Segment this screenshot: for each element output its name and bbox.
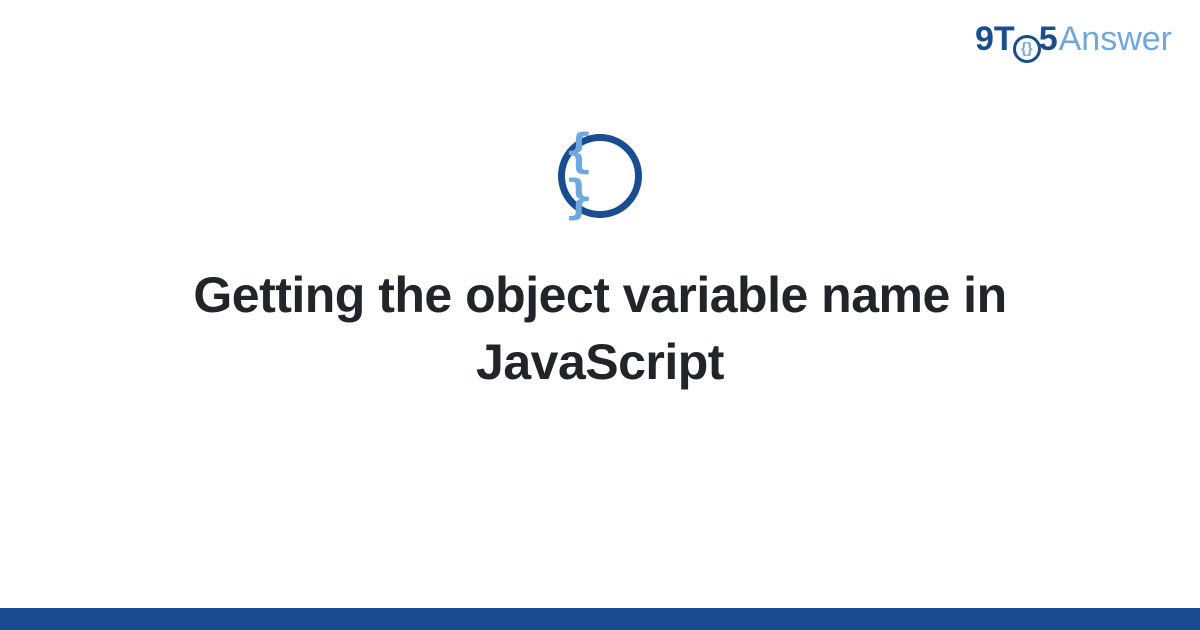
page-title: Getting the object variable name in Java… [100,262,1100,397]
code-braces-icon: { } [558,134,642,218]
braces-glyph: { } [565,128,635,220]
footer-bar [0,608,1200,630]
main-content: { } Getting the object variable name in … [0,0,1200,630]
